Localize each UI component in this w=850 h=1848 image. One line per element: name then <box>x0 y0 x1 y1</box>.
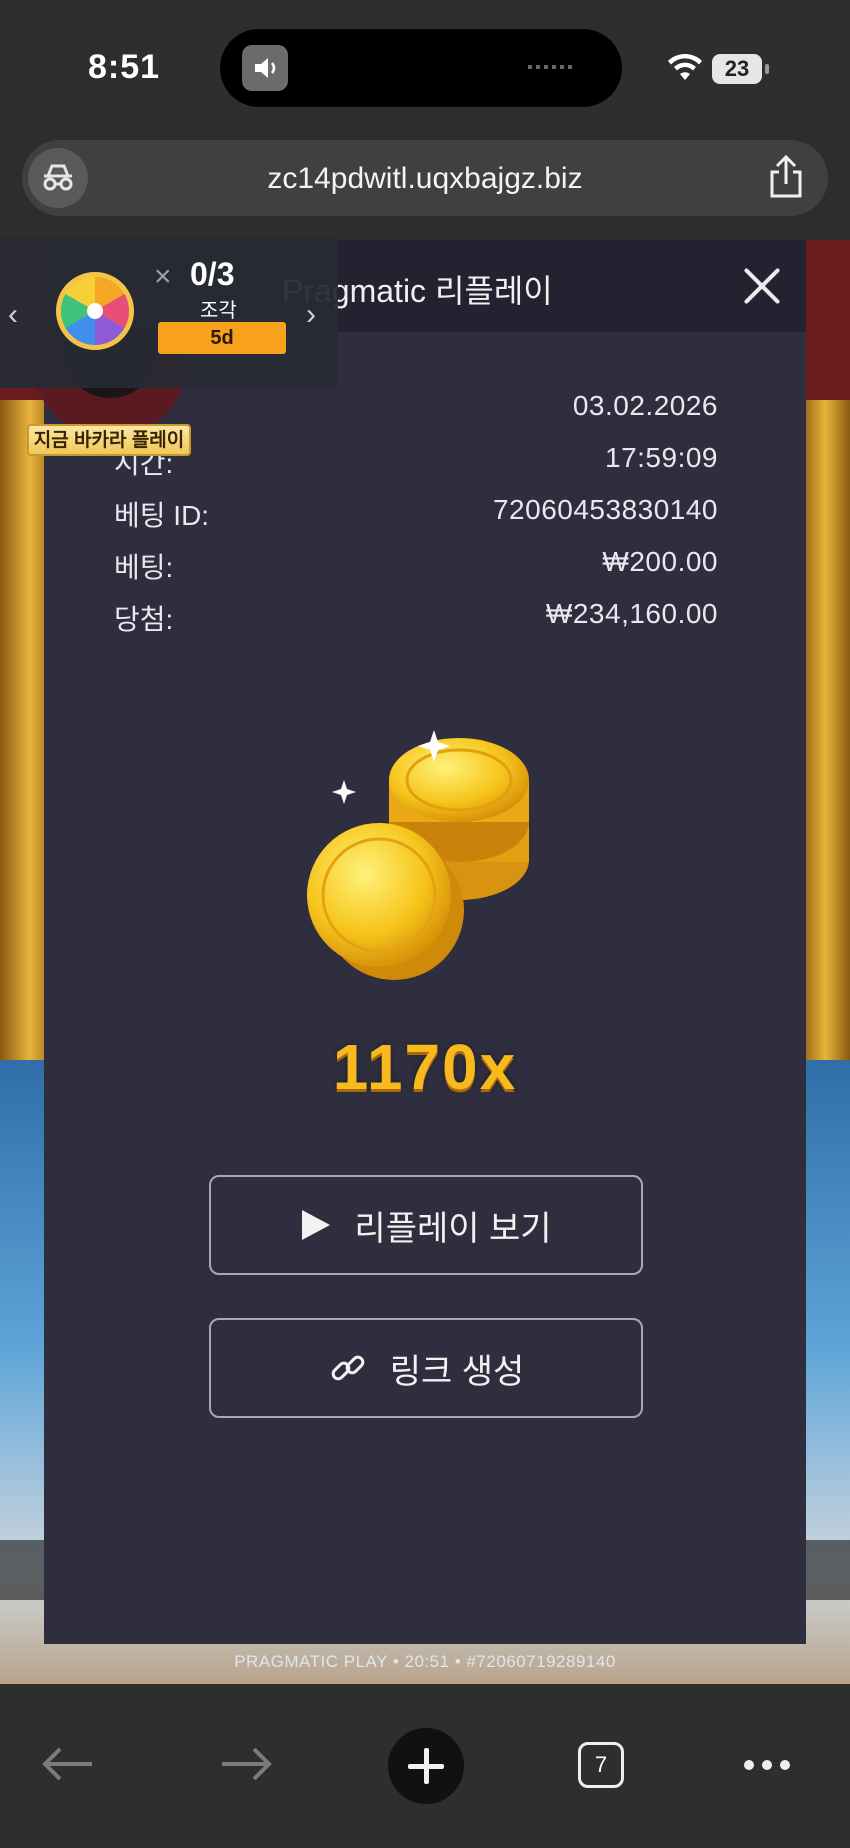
win-multiplier: 1170x <box>332 1031 518 1103</box>
detail-value: 72060453830140 <box>492 494 718 525</box>
forward-arrow-icon[interactable] <box>220 1746 272 1782</box>
close-icon[interactable] <box>734 258 790 314</box>
more-menu-icon[interactable] <box>744 1760 790 1770</box>
link-icon <box>328 1348 368 1388</box>
status-bar: 8:51 23 <box>0 0 850 130</box>
detail-value: ₩234,160.00 <box>545 598 718 629</box>
browser-toolbar: 7 <box>0 1684 850 1848</box>
detail-row-date: 03.02.2026 <box>114 390 718 442</box>
new-tab-button[interactable] <box>388 1728 464 1804</box>
detail-value: 03.02.2026 <box>572 390 718 421</box>
prize-wheel-icon[interactable] <box>56 272 134 350</box>
fragment-unit: 조각 <box>200 300 237 322</box>
wifi-icon <box>668 54 702 80</box>
detail-label: 베팅: <box>114 552 174 583</box>
activity-dots <box>528 65 574 69</box>
back-arrow-icon[interactable] <box>42 1746 94 1782</box>
speaker-icon <box>242 45 288 91</box>
detail-row-win: 당첨: ₩234,160.00 <box>114 598 718 650</box>
battery-indicator: 23 <box>712 54 769 84</box>
times-icon: × <box>154 260 172 293</box>
share-icon[interactable] <box>766 154 806 200</box>
detail-label: 당첨: <box>114 604 174 635</box>
gold-frame-right <box>800 400 850 1100</box>
event-widget[interactable]: ‹ × 0/3 조각 5d › <box>0 238 338 388</box>
fragment-progress: 0/3 <box>190 256 235 292</box>
gold-coins-icon <box>307 730 529 980</box>
chevron-right-icon[interactable]: › <box>306 298 316 332</box>
chevron-left-icon[interactable]: ‹ <box>8 298 18 332</box>
detail-value: 17:59:09 <box>605 442 718 473</box>
dynamic-island <box>220 29 622 107</box>
days-remaining-badge: 5d <box>158 322 286 354</box>
create-link-button[interactable]: 링크 생성 <box>209 1318 643 1418</box>
watch-replay-label: 리플레이 보기 <box>354 1209 552 1248</box>
detail-row-bet: 베팅: ₩200.00 <box>114 546 718 598</box>
bet-details: 03.02.2026 시간: 17:59:09 베팅 ID: 720604538… <box>114 390 718 650</box>
clock: 8:51 <box>88 48 161 86</box>
create-link-label: 링크 생성 <box>389 1352 525 1391</box>
url-text[interactable]: zc14pdwitl.uqxbajgz.biz <box>22 162 828 196</box>
detail-row-bet-id: 베팅 ID: 72060453830140 <box>114 494 718 546</box>
detail-value: ₩200.00 <box>602 546 718 577</box>
play-baccarat-tag[interactable]: 지금 바카라 플레이 <box>27 424 191 456</box>
play-icon <box>300 1208 332 1242</box>
detail-row-time: 시간: 17:59:09 <box>114 442 718 494</box>
address-bar[interactable]: zc14pdwitl.uqxbajgz.biz <box>22 140 828 216</box>
game-footer: PRAGMATIC PLAY • 20:51 • #72060719289140 <box>234 1652 616 1671</box>
tabs-button[interactable]: 7 <box>578 1742 624 1788</box>
watch-replay-button[interactable]: 리플레이 보기 <box>209 1175 643 1275</box>
detail-label: 베팅 ID: <box>114 500 210 531</box>
